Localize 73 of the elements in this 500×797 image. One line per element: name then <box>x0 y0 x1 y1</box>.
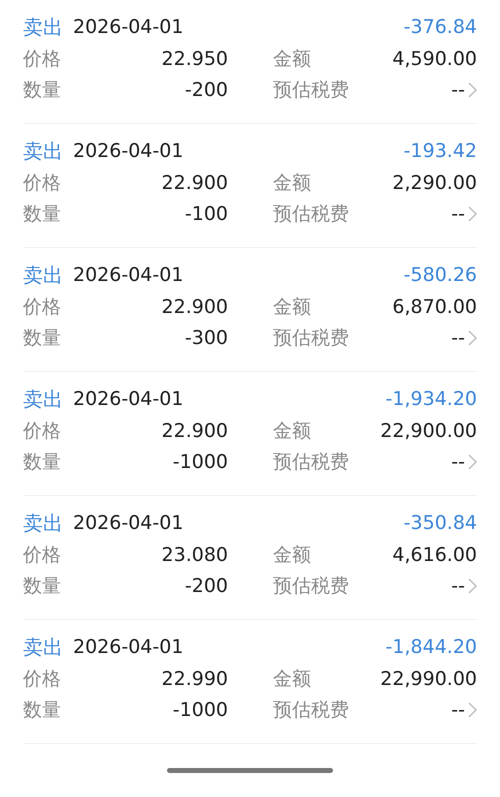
trade-date: 2026-04-01 <box>73 140 184 162</box>
price-value: 22.900 <box>162 172 228 194</box>
amount-label: 金额 <box>273 294 311 320</box>
fee-value: -- <box>451 78 465 100</box>
quantity-value: -1000 <box>172 698 228 720</box>
quantity-label: 数量 <box>23 574 61 598</box>
amount-label: 金额 <box>273 46 311 72</box>
quantity-label: 数量 <box>23 698 61 722</box>
chevron-right-icon[interactable] <box>468 330 477 346</box>
trade-date: 2026-04-01 <box>73 512 184 534</box>
trade-total: -1,934.20 <box>386 388 477 410</box>
price-label: 价格 <box>23 666 61 692</box>
trade-date: 2026-04-01 <box>73 264 184 286</box>
quantity-label: 数量 <box>23 202 61 226</box>
quantity-label: 数量 <box>23 450 61 474</box>
price-value: 22.900 <box>162 296 228 318</box>
quantity-value: -300 <box>184 326 228 348</box>
trade-side-label: 卖出 <box>23 634 63 660</box>
trade-total: -376.84 <box>404 16 477 38</box>
quantity-value: -200 <box>184 574 228 596</box>
fee-label: 预估税费 <box>273 698 349 722</box>
trade-side-label: 卖出 <box>23 262 63 288</box>
price-label: 价格 <box>23 418 61 444</box>
price-value: 22.900 <box>162 420 228 442</box>
amount-value: 6,870.00 <box>392 296 477 318</box>
fee-value: -- <box>451 326 465 348</box>
fee-value: -- <box>451 450 465 472</box>
amount-value: 22,900.00 <box>380 420 477 442</box>
price-label: 价格 <box>23 294 61 320</box>
price-value: 22.990 <box>162 668 228 690</box>
trade-date: 2026-04-01 <box>73 16 184 38</box>
quantity-label: 数量 <box>23 78 61 102</box>
chevron-right-icon[interactable] <box>468 82 477 98</box>
fee-label: 预估税费 <box>273 78 349 102</box>
amount-label: 金额 <box>273 542 311 568</box>
fee-label: 预估税费 <box>273 574 349 598</box>
amount-label: 金额 <box>273 666 311 692</box>
amount-value: 4,616.00 <box>392 544 477 566</box>
fee-value: -- <box>451 202 465 224</box>
chevron-right-icon[interactable] <box>468 206 477 222</box>
quantity-value: -200 <box>184 78 228 100</box>
trade-side-label: 卖出 <box>23 386 63 412</box>
trade-total: -193.42 <box>404 140 477 162</box>
amount-value: 22,990.00 <box>380 668 477 690</box>
chevron-right-icon[interactable] <box>468 454 477 470</box>
trade-total: -1,844.20 <box>386 636 477 658</box>
trade-date: 2026-04-01 <box>73 388 184 410</box>
price-label: 价格 <box>23 46 61 72</box>
amount-label: 金额 <box>273 170 311 196</box>
fee-label: 预估税费 <box>273 450 349 474</box>
price-value: 23.080 <box>162 544 228 566</box>
trade-total: -580.26 <box>404 264 477 286</box>
price-value: 22.950 <box>162 48 228 70</box>
quantity-value: -100 <box>184 202 228 224</box>
chevron-right-icon[interactable] <box>468 578 477 594</box>
fee-value: -- <box>451 574 465 596</box>
price-label: 价格 <box>23 170 61 196</box>
amount-value: 2,290.00 <box>392 172 477 194</box>
quantity-value: -1000 <box>172 450 228 472</box>
quantity-label: 数量 <box>23 326 61 350</box>
fee-label: 预估税费 <box>273 202 349 226</box>
amount-value: 4,590.00 <box>392 48 477 70</box>
home-indicator[interactable] <box>167 768 333 773</box>
trade-date: 2026-04-01 <box>73 636 184 658</box>
trade-side-label: 卖出 <box>23 138 63 164</box>
trade-total: -350.84 <box>404 512 477 534</box>
chevron-right-icon[interactable] <box>468 702 477 718</box>
fee-label: 预估税费 <box>273 326 349 350</box>
amount-label: 金额 <box>273 418 311 444</box>
fee-value: -- <box>451 698 465 720</box>
trade-side-label: 卖出 <box>23 14 63 40</box>
trade-side-label: 卖出 <box>23 510 63 536</box>
price-label: 价格 <box>23 542 61 568</box>
